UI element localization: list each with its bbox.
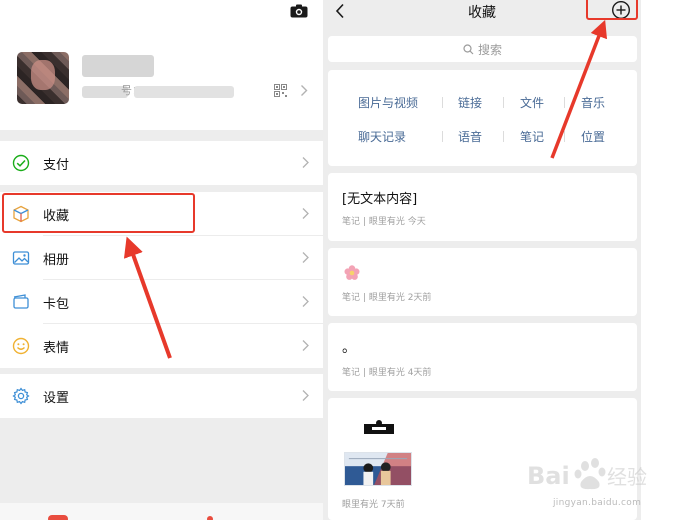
favorite-item[interactable]: 。 笔记 | 眼里有光 4天前 <box>328 323 637 391</box>
category-voice[interactable]: 语音 <box>458 128 482 145</box>
unread-badge <box>48 515 68 520</box>
item-time: 2天前 <box>407 293 432 303</box>
menu-item-label: 相册 <box>43 252 70 268</box>
favorite-item[interactable]: 笔记 | 眼里有光 2天前 <box>328 248 637 316</box>
qr-code-icon[interactable] <box>274 84 287 97</box>
notification-dot <box>207 516 213 520</box>
menu-item-pay[interactable]: 支付 <box>0 141 323 185</box>
favorite-item-title: [无文本内容] <box>342 192 418 207</box>
meta-separator: | <box>362 217 366 227</box>
image-thumbnail-header <box>364 420 394 434</box>
category-filter-panel: 图片与视频 链接 文件 音乐 聊天记录 语音 笔记 位置 <box>328 70 637 166</box>
search-input[interactable]: 搜索 <box>328 36 637 62</box>
divider <box>442 97 443 108</box>
menu-item-label: 设置 <box>43 390 70 406</box>
favorite-item-meta: 笔记 | 眼里有光 今天 <box>342 214 426 227</box>
pay-check-icon <box>12 154 30 172</box>
category-location[interactable]: 位置 <box>581 128 605 145</box>
add-button-highlight-box <box>586 0 638 20</box>
menu-group-pay: 支付 <box>0 141 323 185</box>
chevron-right-icon <box>302 208 309 219</box>
emoji-face-icon <box>12 337 30 355</box>
photo-album-icon <box>12 251 30 265</box>
card-wallet-icon <box>13 294 29 309</box>
favorites-header: 收藏 <box>323 0 641 32</box>
me-page: 号： 支付 收藏 相册 卡包 表情 设置 <box>0 0 323 520</box>
item-source: 眼里有光 <box>368 293 405 303</box>
meta-separator: | <box>362 293 366 303</box>
item-time: 4天前 <box>407 368 432 378</box>
item-type: 笔记 <box>342 368 361 378</box>
avatar[interactable] <box>17 52 69 104</box>
item-time: 今天 <box>407 217 426 227</box>
chevron-right-icon[interactable] <box>300 84 308 97</box>
chevron-right-icon <box>302 157 309 168</box>
chevron-right-icon <box>302 296 309 307</box>
menu-group-settings: 设置 <box>0 374 323 418</box>
category-chat-history[interactable]: 聊天记录 <box>358 128 406 145</box>
menu-item-label: 卡包 <box>43 296 70 312</box>
favorite-item-meta: 笔记 | 眼里有光 2天前 <box>342 290 431 303</box>
flower-emoji-icon <box>344 265 360 280</box>
favorite-item-meta: 眼里有光 7天前 <box>342 497 405 510</box>
profile-header[interactable]: 号： <box>0 0 323 130</box>
divider <box>442 131 443 142</box>
item-source: 眼里有光 <box>368 217 405 227</box>
watermark-url: jingyan.baidu.com <box>553 498 642 508</box>
svg-text:经验: 经验 <box>607 465 647 489</box>
divider <box>503 131 504 142</box>
favorites-page: 收藏 搜索 图片与视频 链接 文件 音乐 聊天记录 语音 笔记 位置 [无文本内… <box>323 0 641 520</box>
menu-item-album[interactable]: 相册 <box>0 236 323 280</box>
favorites-highlight-box <box>2 193 195 233</box>
camera-icon[interactable] <box>290 4 308 18</box>
favorite-item-title: 。 <box>342 340 356 356</box>
blurred-nickname <box>82 55 154 77</box>
category-notes[interactable]: 笔记 <box>520 128 544 145</box>
menu-item-stickers[interactable]: 表情 <box>0 324 323 368</box>
category-files[interactable]: 文件 <box>520 94 544 111</box>
item-type: 笔记 <box>342 217 361 227</box>
category-links[interactable]: 链接 <box>458 94 482 111</box>
divider <box>564 131 565 142</box>
menu-item-card-wallet[interactable]: 卡包 <box>0 280 323 324</box>
divider <box>564 97 565 108</box>
search-placeholder: 搜索 <box>477 42 502 57</box>
item-type: 笔记 <box>342 293 361 303</box>
page-margin <box>641 0 681 520</box>
chevron-right-icon <box>302 340 309 351</box>
chevron-right-icon <box>302 390 309 401</box>
category-images-videos[interactable]: 图片与视频 <box>358 94 418 111</box>
meta-separator: | <box>362 368 366 378</box>
divider <box>503 97 504 108</box>
blurred-id-value <box>134 86 234 98</box>
menu-item-label: 表情 <box>43 340 70 356</box>
item-source: 眼里有光 <box>342 500 379 510</box>
favorite-item[interactable]: [无文本内容] 笔记 | 眼里有光 今天 <box>328 173 637 241</box>
image-thumbnail <box>344 452 412 486</box>
menu-item-label: 支付 <box>43 157 70 173</box>
favorite-item-meta: 笔记 | 眼里有光 4天前 <box>342 365 431 378</box>
chevron-right-icon <box>302 252 309 263</box>
item-time: 7天前 <box>380 500 405 510</box>
menu-item-settings[interactable]: 设置 <box>0 374 323 418</box>
item-source: 眼里有光 <box>368 368 405 378</box>
gear-icon <box>12 387 30 405</box>
search-icon <box>463 43 474 54</box>
svg-text:Bai: Bai <box>527 462 570 490</box>
category-music[interactable]: 音乐 <box>581 94 605 111</box>
